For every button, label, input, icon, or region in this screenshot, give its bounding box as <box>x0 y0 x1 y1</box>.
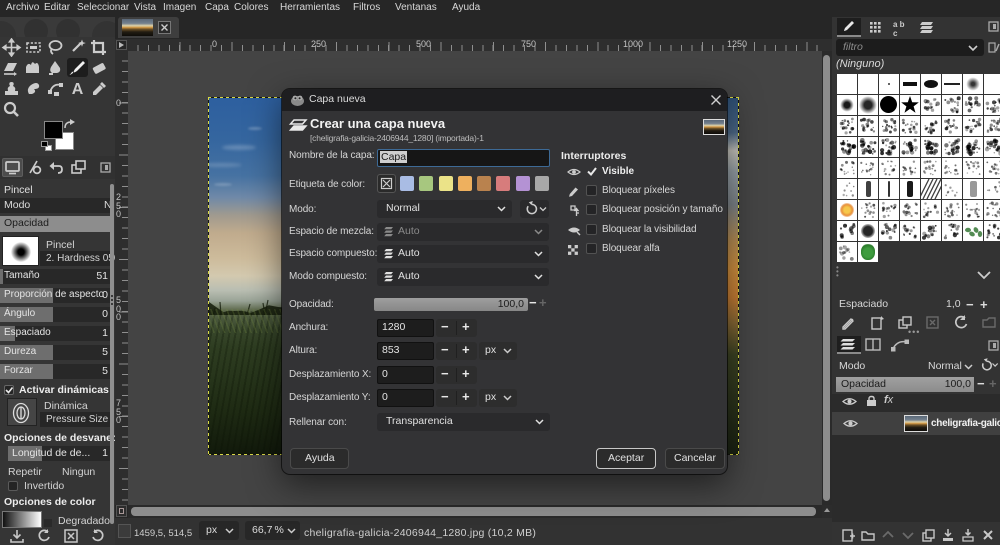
svg-text:A: A <box>72 81 84 98</box>
